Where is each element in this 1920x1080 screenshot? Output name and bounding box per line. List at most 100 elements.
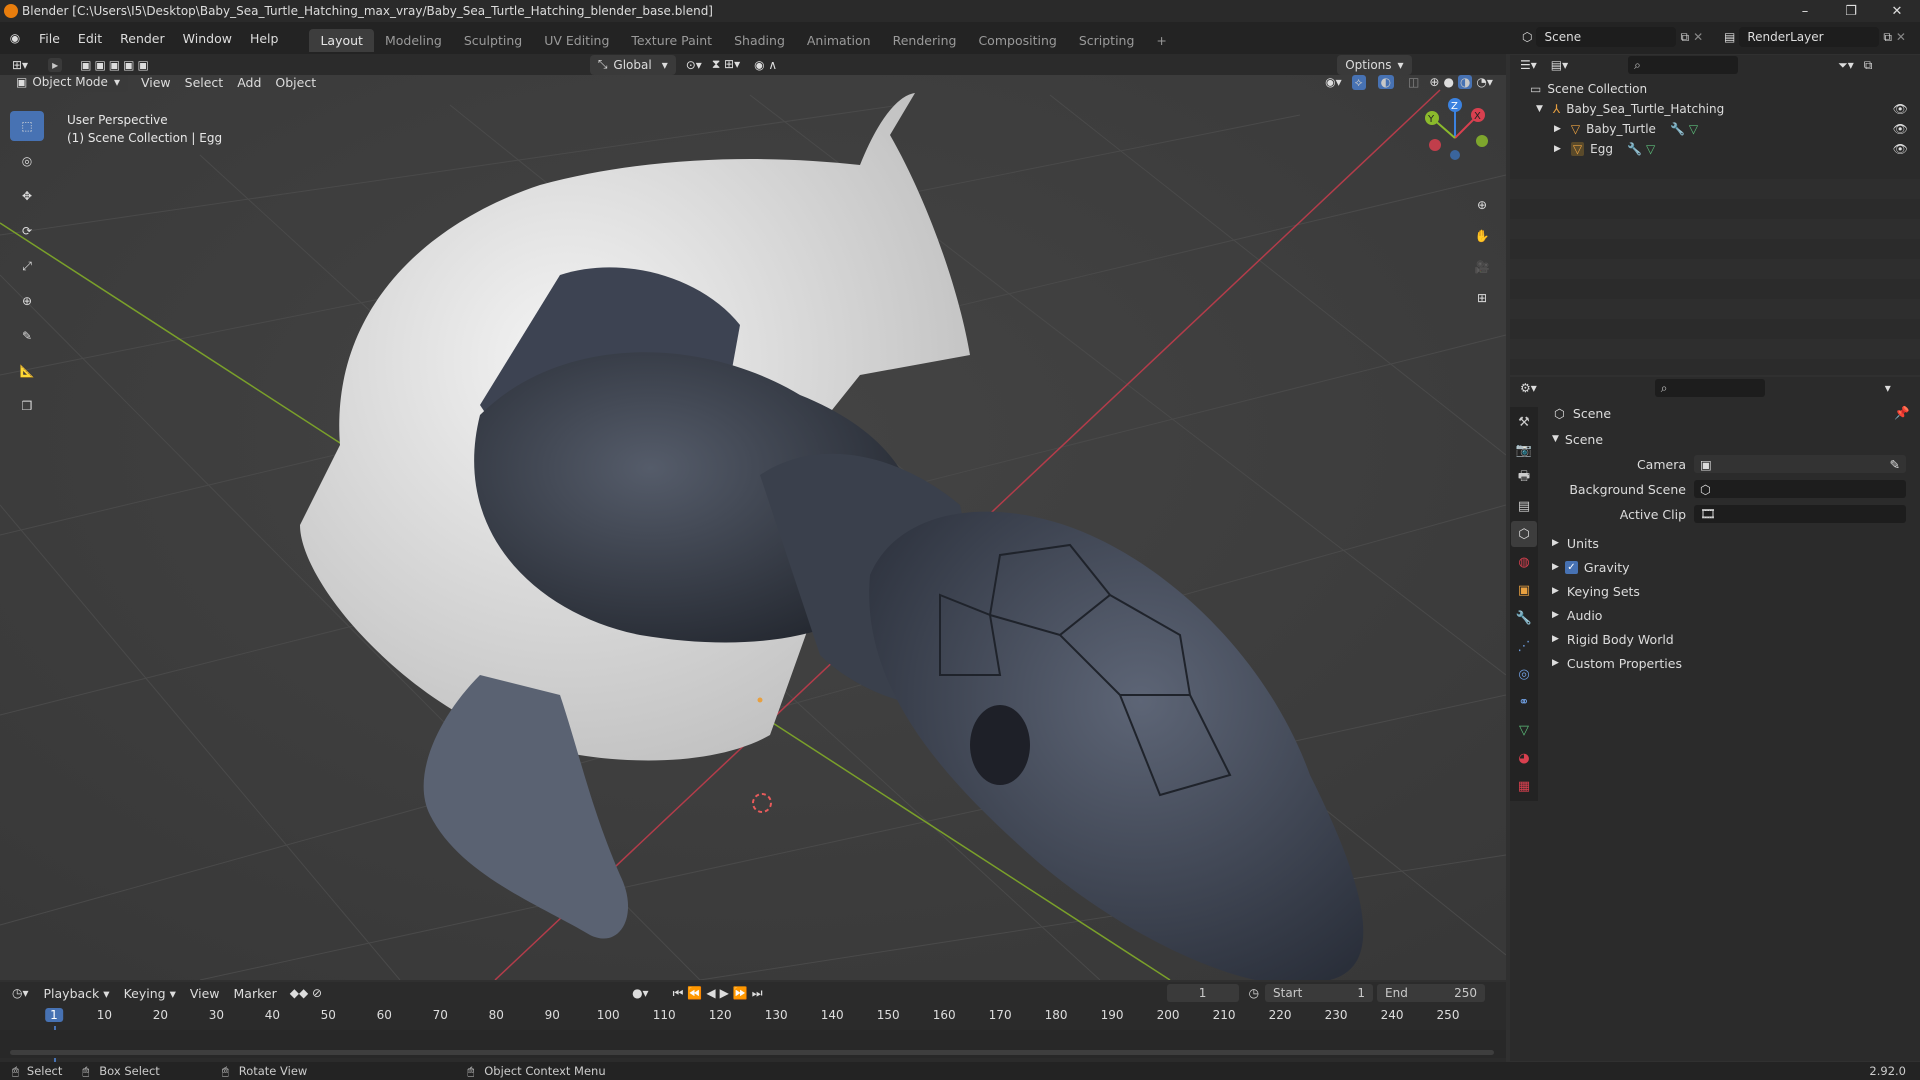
options-chevron-icon[interactable]: ▾ (1885, 381, 1891, 395)
renderlayer-field[interactable]: RenderLayer (1739, 27, 1880, 47)
zoom-icon[interactable]: ⊕ (1468, 191, 1496, 219)
select-menu[interactable]: Select (178, 75, 231, 93)
tab-layout[interactable]: Layout (309, 29, 374, 52)
units-panel[interactable]: ▶ Units (1546, 533, 1920, 553)
tab-modeling[interactable]: Modeling (374, 29, 453, 52)
perspective-toggle-icon[interactable]: ⊞ (1468, 284, 1496, 312)
visibility-eye-icon[interactable]: 👁 (1893, 142, 1908, 156)
tab-scripting[interactable]: Scripting (1068, 29, 1146, 52)
gravity-checkbox[interactable]: ✓ (1564, 560, 1578, 574)
tab-uv-editing[interactable]: UV Editing (533, 29, 620, 52)
selection-mode-icons[interactable]: ▣▣▣▣▣ (80, 58, 152, 72)
timeline-ruler[interactable]: 1 10 20 30 40 50 60 70 80 90 100 110 120 130 140 150 160… (0, 1008, 1506, 1062)
shading-wireframe-icon[interactable]: ⊕ (1429, 75, 1439, 89)
eyedropper-icon[interactable]: ✎ (1890, 457, 1900, 472)
scene-panel-header[interactable]: ▼ Scene (1546, 429, 1920, 449)
menu-window[interactable]: Window (174, 31, 241, 46)
tool-tab-icon[interactable]: ⚒ (1511, 409, 1537, 435)
view-menu[interactable]: View (134, 75, 178, 93)
jump-to-end-icon[interactable]: ⏭ (752, 986, 763, 1001)
view-layer-tab-icon[interactable]: ▤ (1511, 493, 1537, 519)
shading-solid-icon[interactable]: ● (1443, 75, 1453, 89)
new-renderlayer-icon[interactable]: ⧉ (1883, 30, 1892, 45)
cursor-tool-icon[interactable]: ◎ (10, 146, 44, 176)
keyframe-icons[interactable]: ◆◆ ⊘ (290, 986, 322, 1000)
visibility-eye-icon[interactable]: 👁 (1893, 122, 1908, 136)
preview-range-icon[interactable]: ◷ (1249, 986, 1259, 1000)
modifier-tab-icon[interactable]: 🔧 (1511, 605, 1537, 631)
overlay-toggle-icon[interactable]: ◐ (1377, 75, 1395, 89)
proportional-edit-icon[interactable]: ◉ ∧ (754, 58, 777, 72)
outliner-search-input[interactable]: ⌕ (1628, 56, 1739, 74)
tab-shading[interactable]: Shading (723, 29, 796, 52)
select-box-tool-icon[interactable]: ⬚ (10, 111, 44, 141)
gizmo-neg-y-icon[interactable] (1476, 135, 1488, 147)
visibility-eye-icon[interactable]: 👁 (1893, 102, 1908, 116)
audio-panel[interactable]: ▶ Audio (1546, 605, 1920, 625)
outliner-row-egg[interactable]: ▶ ▽ Egg 🔧 ▽ 👁 (1510, 139, 1920, 159)
current-frame-indicator[interactable]: 1 (45, 1008, 63, 1022)
gizmo-neg-x-icon[interactable] (1429, 139, 1441, 151)
data-tab-icon[interactable]: ▽ (1511, 717, 1537, 743)
mesh-data-icon[interactable]: ▽ (1646, 142, 1655, 156)
transform-tool-icon[interactable]: ⊕ (10, 286, 44, 316)
tab-sculpting[interactable]: Sculpting (453, 29, 533, 52)
object-menu[interactable]: Object (268, 75, 323, 93)
viewport-scene[interactable] (0, 75, 1506, 980)
timeline-view-menu[interactable]: View (183, 982, 227, 1004)
gizmo-neg-z-icon[interactable] (1450, 150, 1460, 160)
filter-icon[interactable]: ⏷▾ (1838, 58, 1854, 73)
start-frame-field[interactable]: Start 1 (1265, 984, 1374, 1002)
gizmo-toggle-icon[interactable]: ⟡ (1351, 75, 1366, 90)
menu-file[interactable]: File (30, 31, 69, 46)
play-icon[interactable]: ▶ (720, 986, 729, 1000)
select-tool-icon[interactable]: ▸ (48, 57, 63, 72)
pan-hand-icon[interactable]: ✋ (1468, 222, 1496, 250)
delete-scene-icon[interactable]: ✕ (1693, 30, 1703, 44)
gravity-panel[interactable]: ▶ ✓ Gravity (1546, 557, 1920, 577)
next-keyframe-icon[interactable]: ⏩ (733, 986, 748, 1000)
mode-dropdown[interactable]: ▣ Object Mode ▾ (8, 75, 128, 92)
tab-texture-paint[interactable]: Texture Paint (620, 29, 723, 52)
shading-material-icon[interactable]: ◑ (1457, 75, 1473, 89)
menu-help[interactable]: Help (241, 31, 288, 46)
outliner-row-baby-turtle[interactable]: ▶ ▽ Baby_Turtle 🔧 ▽ 👁 (1510, 119, 1920, 139)
playback-menu[interactable]: Playback ▾ (37, 982, 117, 1004)
play-reverse-icon[interactable]: ◀ (706, 986, 715, 1000)
outliner-row-scene-collection[interactable]: ▭ Scene Collection (1510, 79, 1920, 99)
marker-menu[interactable]: Marker (227, 982, 284, 1004)
expand-arrow-icon[interactable]: ▶ (1554, 144, 1561, 154)
rigid-body-world-panel[interactable]: ▶ Rigid Body World (1546, 629, 1920, 649)
physics-tab-icon[interactable]: ◎ (1511, 661, 1537, 687)
move-tool-icon[interactable]: ✥ (10, 181, 44, 211)
visibility-icon[interactable]: ◉▾ (1325, 75, 1342, 89)
add-cube-tool-icon[interactable]: ❒ (10, 391, 44, 421)
delete-renderlayer-icon[interactable]: ✕ (1896, 30, 1906, 44)
world-tab-icon[interactable]: ◍ (1511, 549, 1537, 575)
menu-edit[interactable]: Edit (69, 31, 111, 46)
properties-editor-icon[interactable]: ⚙▾ (1520, 381, 1537, 395)
pin-icon[interactable]: 📌 (1894, 405, 1910, 421)
custom-properties-panel[interactable]: ▶ Custom Properties (1546, 653, 1920, 673)
auto-keying-record-icon[interactable]: ●▾ (632, 986, 649, 1000)
new-scene-icon[interactable]: ⧉ (1680, 30, 1689, 45)
scene-tab-icon[interactable]: ⬡ (1511, 521, 1537, 547)
xray-toggle-icon[interactable]: ◫ (1408, 75, 1419, 89)
new-collection-icon[interactable]: ⧉ (1864, 58, 1873, 73)
output-tab-icon[interactable]: 🖶 (1511, 465, 1537, 491)
display-mode-icon[interactable]: ▤▾ (1551, 58, 1568, 72)
keying-sets-panel[interactable]: ▶ Keying Sets (1546, 581, 1920, 601)
add-menu[interactable]: Add (230, 75, 268, 93)
scale-tool-icon[interactable]: ⤢ (10, 251, 44, 281)
minimize-button[interactable]: – (1782, 0, 1828, 22)
3d-viewport[interactable]: ⬚ ◎ ✥ ⟳ ⤢ ⊕ ✎ 📐 ❒ ▣ Object Mode ▾ View Sel… (0, 75, 1506, 980)
jump-to-start-icon[interactable]: ⏮ (673, 986, 684, 1001)
annotate-tool-icon[interactable]: ✎ (10, 321, 44, 351)
options-dropdown[interactable]: Options ▾ (1337, 54, 1412, 75)
properties-search-input[interactable]: ⌕ (1654, 379, 1765, 397)
keying-menu[interactable]: Keying ▾ (117, 982, 183, 1004)
render-tab-icon[interactable]: 📷 (1511, 437, 1537, 463)
maximize-button[interactable]: ❐ (1828, 0, 1874, 22)
shading-rendered-icon[interactable]: ◔▾ (1476, 75, 1493, 89)
expand-arrow-icon[interactable]: ▼ (1536, 104, 1543, 114)
